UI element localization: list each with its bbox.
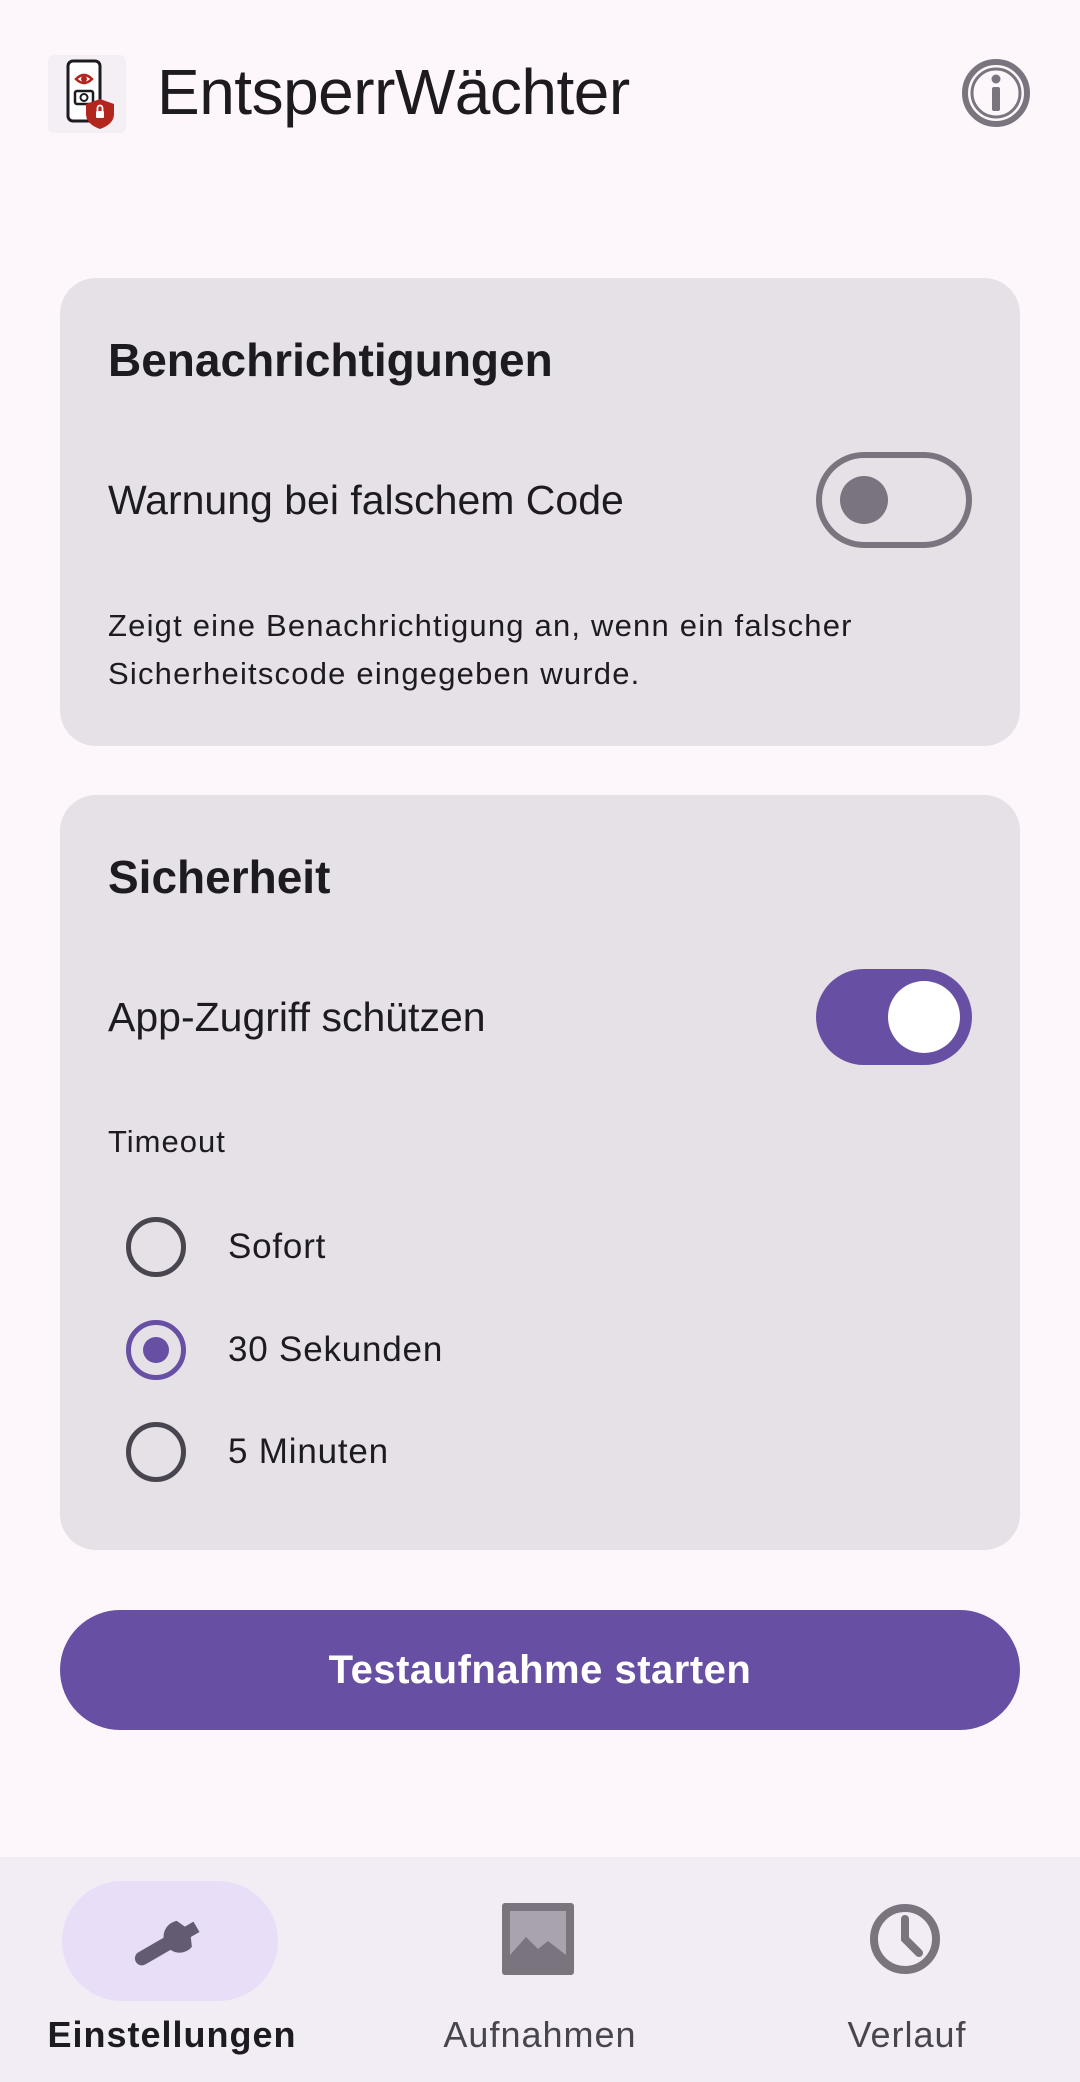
radio-button[interactable] <box>126 1217 186 1277</box>
notifications-card: Benachrichtigungen Warnung bei falschem … <box>60 278 1020 746</box>
switch-thumb <box>888 981 960 1053</box>
radio-button-selected[interactable] <box>126 1320 186 1380</box>
nav-item-history[interactable]: Verlauf <box>757 1857 1057 2082</box>
security-card: Sicherheit App-Zugriff schützen Timeout … <box>60 795 1020 1550</box>
timeout-option-immediately[interactable]: Sofort <box>126 1211 826 1283</box>
wrench-icon <box>120 1911 220 1971</box>
image-icon <box>488 1903 588 1975</box>
nav-label: Verlauf <box>847 2014 967 2055</box>
bottom-navigation: Einstellungen Aufnahmen Verlauf <box>0 1857 1080 2082</box>
start-test-recording-button[interactable]: Testaufnahme starten <box>60 1610 1020 1730</box>
wrong-code-warning-switch[interactable] <box>816 452 972 548</box>
card-title: Sicherheit <box>108 851 331 903</box>
timeout-label: Timeout <box>108 1124 226 1159</box>
app-title: EntsperrWächter <box>157 56 630 128</box>
radio-dot <box>143 1337 169 1363</box>
info-icon[interactable] <box>960 57 1032 129</box>
top-app-bar: EntsperrWächter <box>0 0 1080 186</box>
nav-label: Aufnahmen <box>443 2014 637 2055</box>
timeout-option-5-minutes[interactable]: 5 Minuten <box>126 1416 826 1488</box>
nav-label: Einstellungen <box>47 2014 297 2055</box>
protect-app-access-switch[interactable] <box>816 969 972 1065</box>
radio-label: 5 Minuten <box>228 1432 389 1471</box>
notifications-description: Zeigt eine Benachrichtigung an, wenn ein… <box>108 608 853 691</box>
radio-label: Sofort <box>228 1227 327 1266</box>
radio-label: 30 Sekunden <box>228 1330 444 1369</box>
radio-button[interactable] <box>126 1422 186 1482</box>
nav-item-settings[interactable]: Einstellungen <box>22 1857 322 2082</box>
protect-app-access-label: App-Zugriff schützen <box>108 994 486 1040</box>
card-title: Benachrichtigungen <box>108 334 553 386</box>
wrong-code-warning-label: Warnung bei falschem Code <box>108 477 624 523</box>
nav-item-recordings[interactable]: Aufnahmen <box>390 1857 690 2082</box>
app-logo-icon <box>48 55 126 133</box>
clock-icon <box>855 1904 955 1974</box>
switch-thumb <box>840 476 888 524</box>
timeout-option-30-seconds[interactable]: 30 Sekunden <box>126 1314 826 1386</box>
